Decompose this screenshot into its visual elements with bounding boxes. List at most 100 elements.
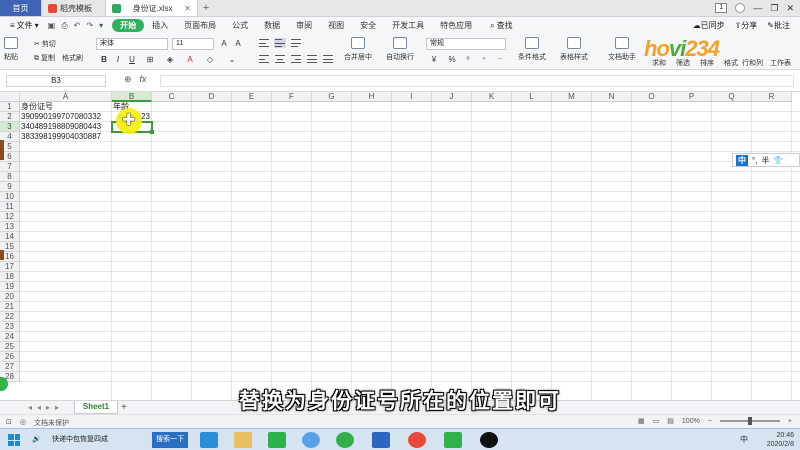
row-header-19[interactable]: 19 (0, 282, 20, 292)
new-tab-button[interactable]: + (198, 0, 214, 16)
tab-view[interactable]: 视图 (320, 20, 352, 31)
row-header-3[interactable]: 3 (0, 122, 20, 132)
column-header-R[interactable]: R (752, 92, 792, 102)
decrease-decimal-icon[interactable]: ⁻ (494, 54, 506, 66)
redo-icon[interactable]: ↷ (83, 21, 96, 30)
ime-punct[interactable]: °, (752, 156, 757, 165)
share-button[interactable]: ⇪分享 (735, 20, 758, 31)
row-header-13[interactable]: 13 (0, 222, 20, 232)
tab-page-layout[interactable]: 页面布局 (176, 20, 224, 31)
shirt-icon[interactable]: 👕 (773, 156, 783, 165)
cloud-app-icon[interactable] (302, 432, 320, 448)
column-header-N[interactable]: N (592, 92, 632, 102)
column-header-K[interactable]: K (472, 92, 512, 102)
column-header-B[interactable]: B (112, 92, 152, 102)
column-header-J[interactable]: J (432, 92, 472, 102)
row-header-12[interactable]: 12 (0, 212, 20, 222)
row-header-23[interactable]: 23 (0, 322, 20, 332)
tab-review[interactable]: 审阅 (288, 20, 320, 31)
row-header-25[interactable]: 25 (0, 342, 20, 352)
close-tab-icon[interactable]: ✕ (184, 4, 191, 13)
zoom-slider[interactable] (719, 417, 780, 425)
folder-icon[interactable] (234, 432, 252, 448)
fx-button[interactable]: fx (140, 74, 147, 85)
filter-button[interactable]: 筛选 (676, 58, 690, 68)
print-icon[interactable]: ⎙ (58, 21, 70, 31)
border-icon[interactable]: ⊞ (144, 54, 156, 66)
browser-360-icon[interactable] (336, 432, 354, 448)
column-header-G[interactable]: G (312, 92, 352, 102)
spreadsheet-grid[interactable]: A B C D E F G H I J K L M N O P Q R 1 2 3 4 5 6 7 8 9 10 11 12 13 14 15 1… (0, 92, 800, 400)
minimize-icon[interactable]: — (753, 3, 762, 13)
sync-button[interactable]: ☁已同步 (693, 20, 725, 31)
align-middle-icon[interactable] (274, 38, 286, 48)
cell-A1[interactable]: 身份证号 (20, 102, 112, 112)
increase-decimal-icon[interactable]: ⁺ (478, 54, 490, 66)
number-format-select[interactable]: 常规 (426, 38, 506, 50)
fill-color-icon[interactable]: ◈ (164, 54, 176, 66)
row-header-24[interactable]: 24 (0, 332, 20, 342)
comment-button[interactable]: ✎批注 (767, 20, 790, 31)
tab-developer[interactable]: 开发工具 (384, 20, 432, 31)
column-header-H[interactable]: H (352, 92, 392, 102)
iqiyi-icon[interactable] (444, 432, 462, 448)
row-header-9[interactable]: 9 (0, 182, 20, 192)
window-count-badge[interactable]: 1 (715, 3, 728, 13)
italic-button[interactable]: I (112, 54, 124, 66)
worksheet-button[interactable]: 工作表 (770, 58, 791, 68)
column-header-Q[interactable]: Q (712, 92, 752, 102)
column-header-M[interactable]: M (552, 92, 592, 102)
wps-writer-icon[interactable] (372, 432, 390, 448)
ime-toolbar[interactable]: 中 °, 半 👕 (732, 153, 800, 167)
sum-button[interactable]: 求和 (652, 58, 666, 68)
taskbar-ie-icon[interactable]: 🔊 (28, 432, 45, 448)
ime-mode[interactable]: 中 (736, 154, 748, 166)
row-header-21[interactable]: 21 (0, 302, 20, 312)
select-all-corner[interactable] (0, 92, 20, 102)
row-header-26[interactable]: 26 (0, 352, 20, 362)
row-header-7[interactable]: 7 (0, 162, 20, 172)
search-box[interactable]: ⌕ 查找 (480, 20, 512, 31)
name-box[interactable]: B3 (6, 75, 106, 87)
view-page-icon[interactable]: ▭ (653, 417, 660, 425)
column-header-I[interactable]: I (392, 92, 432, 102)
row-header-1[interactable]: 1 (0, 102, 20, 112)
sort-button[interactable]: 排序 (700, 58, 714, 68)
column-header-C[interactable]: C (152, 92, 192, 102)
font-size-select[interactable]: 11 (172, 38, 214, 50)
file-menu[interactable]: ≡ 文件 ▾ (4, 20, 45, 31)
row-header-10[interactable]: 10 (0, 192, 20, 202)
column-header-E[interactable]: E (232, 92, 272, 102)
restore-icon[interactable]: ❐ (770, 3, 778, 14)
row-header-22[interactable]: 22 (0, 312, 20, 322)
align-top-icon[interactable] (258, 38, 270, 48)
windows-start-icon[interactable] (8, 434, 20, 446)
font-name-select[interactable]: 宋体 (96, 38, 168, 50)
column-header-L[interactable]: L (512, 92, 552, 102)
avatar[interactable] (735, 3, 746, 13)
thousands-icon[interactable]: ⁰ (462, 54, 474, 66)
tab-features[interactable]: 特色应用 (432, 20, 480, 31)
row-header-27[interactable]: 27 (0, 362, 20, 372)
align-justify-icon[interactable] (306, 54, 318, 64)
font-color-icon[interactable]: A (184, 54, 196, 66)
view-break-icon[interactable]: ▤ (667, 417, 674, 425)
wrap-text-button[interactable]: 自动换行 (386, 37, 414, 62)
spreadsheet-app-icon[interactable] (268, 432, 286, 448)
table-style-button[interactable]: 表格样式 (560, 37, 588, 62)
row-header-8[interactable]: 8 (0, 172, 20, 182)
tab-template[interactable]: 稻壳模板 (42, 0, 106, 16)
clear-icon[interactable]: ◇ (204, 54, 216, 66)
undo-icon[interactable]: ↶ (71, 21, 84, 30)
align-right-icon[interactable] (290, 54, 302, 64)
paste-button[interactable]: 粘贴 (4, 37, 18, 62)
row-header-2[interactable]: 2 (0, 112, 20, 122)
column-header-O[interactable]: O (632, 92, 672, 102)
record-icon[interactable] (480, 432, 498, 448)
column-header-F[interactable]: F (272, 92, 312, 102)
doc-helper-button[interactable]: 文档助手 (608, 37, 636, 62)
row-header-18[interactable]: 18 (0, 272, 20, 282)
tab-home[interactable]: 首页 (0, 0, 42, 16)
taskbar-search[interactable]: 搜索一下 (152, 432, 188, 448)
align-center-icon[interactable] (274, 54, 286, 64)
